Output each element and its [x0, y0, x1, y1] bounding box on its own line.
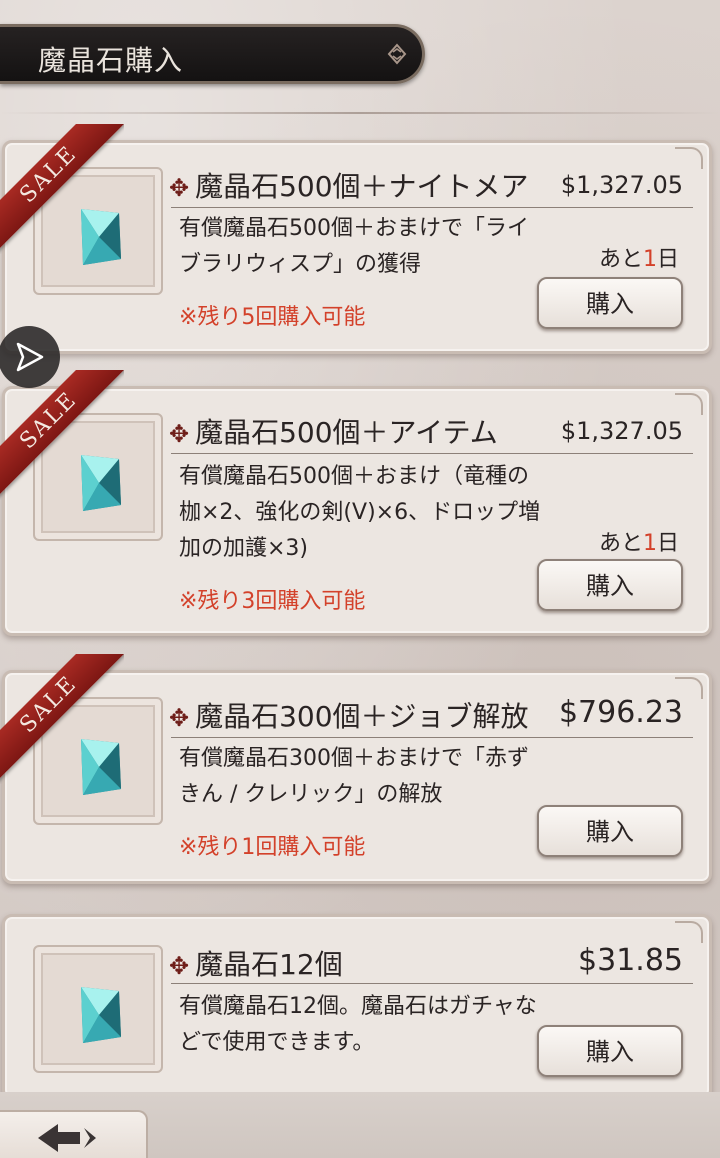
sale-label: SALE	[0, 370, 124, 500]
card-ornament	[675, 147, 703, 169]
purchase-limit: ※残り1回購入可能	[179, 835, 366, 860]
title-divider	[171, 453, 693, 454]
play-button[interactable]	[0, 326, 60, 388]
cross-ornament-icon: ✥	[169, 420, 190, 448]
product-price: $1,327.05	[560, 171, 683, 199]
product-title: ✥ 魔晶石500個＋ナイトメア	[169, 170, 529, 203]
title-divider	[171, 207, 693, 208]
buy-button[interactable]: 購入	[537, 559, 683, 611]
product-description: 有償魔晶石500個＋おまけで「ライブラリウィスプ」の獲得	[179, 216, 529, 277]
buy-button[interactable]: 購入	[537, 805, 683, 857]
product-price: $31.85	[578, 943, 683, 978]
sale-ribbon: SALE	[0, 654, 124, 784]
cross-ornament-icon: ✥	[169, 952, 190, 980]
product-title: ✥ 魔晶石300個＋ジョブ解放	[169, 700, 529, 733]
header-divider	[0, 112, 720, 114]
sale-label: SALE	[0, 124, 124, 254]
days-remaining: あと1日	[598, 247, 679, 272]
cross-ornament-icon: ✥	[169, 704, 190, 732]
page-title-bar: 魔晶石購入	[0, 24, 425, 84]
back-button[interactable]	[0, 1110, 148, 1158]
sale-ribbon: SALE	[0, 124, 124, 254]
sale-ribbon: SALE	[0, 370, 124, 500]
purchase-limit: ※残り3回購入可能	[179, 589, 366, 614]
product-thumbnail	[33, 945, 163, 1073]
sale-label: SALE	[0, 654, 124, 784]
days-remaining: あと1日	[598, 531, 679, 556]
magic-crystal-icon	[81, 987, 121, 1043]
product-title: ✥ 魔晶石500個＋アイテム	[169, 416, 498, 449]
cross-ornament-icon: ✥	[169, 174, 190, 202]
product-price: $796.23	[558, 695, 683, 730]
title-divider	[171, 737, 693, 738]
back-arrow-icon	[38, 1124, 96, 1152]
purchase-limit: ※残り5回購入可能	[179, 305, 366, 330]
diamond-chevrons-icon	[386, 43, 408, 65]
play-icon	[16, 342, 44, 372]
product-title: ✥ 魔晶石12個	[169, 948, 343, 981]
page-title: 魔晶石購入	[38, 44, 184, 77]
product-price: $1,327.05	[560, 417, 683, 445]
title-divider	[171, 983, 693, 984]
product-description: 有償魔晶石300個＋おまけで「赤ずきん / クレリック」の解放	[179, 746, 529, 807]
product-description: 有償魔晶石500個＋おまけ（竜種の枷×2、強化の剣(V)×6、ドロップ増加の加護…	[179, 464, 541, 561]
buy-button[interactable]: 購入	[537, 1025, 683, 1077]
card-ornament	[675, 393, 703, 415]
product-description: 有償魔晶石12個。魔晶石はガチャなどで使用できます。	[179, 994, 537, 1055]
buy-button[interactable]: 購入	[537, 277, 683, 329]
product-card: ✥ 魔晶石12個 $31.85 有償魔晶石12個。魔晶石はガチャなどで使用できます…	[2, 914, 712, 1100]
card-ornament	[675, 921, 703, 943]
